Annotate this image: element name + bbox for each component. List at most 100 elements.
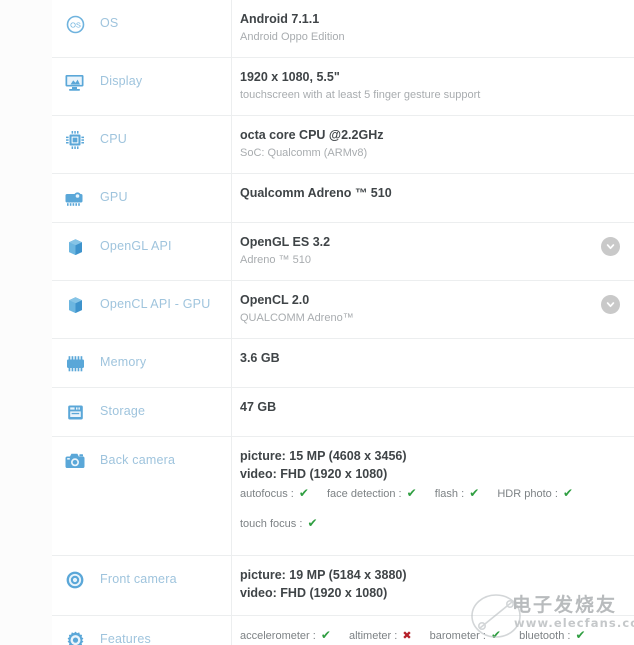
feature-cross-icon: ✖ xyxy=(402,630,412,642)
spec-label-cell-opencl-api-gpu: OpenCL API - GPU xyxy=(52,281,232,338)
page-left-gutter xyxy=(0,0,53,645)
feature-check-icon: ✔ xyxy=(298,486,309,500)
storage-drive-icon xyxy=(62,400,88,424)
spec-label-cell-features: Features xyxy=(52,616,232,645)
spec-value-main-display: 1920 x 1080, 5.5" xyxy=(240,70,340,84)
front-camera-icon xyxy=(62,568,88,592)
spec-value-cell-display: 1920 x 1080, 5.5" touchscreen with at le… xyxy=(232,58,634,115)
feature-separator: : xyxy=(395,488,405,500)
spec-label-storage: Storage xyxy=(100,404,146,418)
back-camera-feature-row-2: touch focus : ✔ xyxy=(240,515,594,532)
feature-check-icon: ✔ xyxy=(469,486,480,500)
spec-row-back-camera: Back camera picture: 15 MP (4608 x 3456)… xyxy=(52,437,634,556)
gfxbench-device-spec-page: OS OS Android 7.1.1 Android Oppo Edition xyxy=(0,0,634,645)
feature-name: bluetooth xyxy=(519,630,565,642)
monitor-icon xyxy=(62,70,88,94)
spec-label-cell-storage: Storage xyxy=(52,388,232,436)
feature-flash: flash : ✔ xyxy=(434,486,480,500)
spec-row-memory: Memory 3.6 GB xyxy=(52,339,634,388)
feature-bluetooth: bluetooth : ✔ xyxy=(519,628,586,642)
spec-label-cell-cpu: CPU xyxy=(52,116,232,173)
spec-label-cell-memory: Memory xyxy=(52,339,232,387)
feature-name: touch focus xyxy=(240,518,297,530)
spec-value-sub-os: Android Oppo Edition xyxy=(240,31,345,43)
feature-check-icon: ✔ xyxy=(406,486,417,500)
back-camera-feature-row-1: autofocus : ✔ face detection : ✔ flash :… xyxy=(240,485,594,502)
features-row-1: accelerometer : ✔ altimeter : ✖ baromete… xyxy=(240,627,594,644)
spec-value-cell-opencl-api-gpu: OpenCL 2.0 QUALCOMM Adreno™ xyxy=(232,281,634,338)
feature-separator: : xyxy=(551,488,561,500)
spec-value-cell-front-camera: picture: 19 MP (5184 x 3880) video: FHD … xyxy=(232,556,634,615)
spec-value-main-cpu: octa core CPU @2.2GHz xyxy=(240,128,384,142)
spec-label-cell-os: OS OS xyxy=(52,0,232,57)
spec-row-features: Features accelerometer : ✔ altimeter : ✖… xyxy=(52,616,634,645)
cube-icon xyxy=(62,235,88,259)
spec-value-sub-cpu: SoC: Qualcomm (ARMv8) xyxy=(240,147,368,159)
feature-name: face detection xyxy=(327,488,396,500)
back-camera-picture: picture: 15 MP (4608 x 3456) xyxy=(240,449,407,463)
spec-label-features: Features xyxy=(100,632,151,645)
spec-value-cell-gpu: Qualcomm Adreno ™ 510 xyxy=(232,174,634,222)
memory-chip-icon xyxy=(62,351,88,375)
spec-value-main-gpu: Qualcomm Adreno ™ 510 xyxy=(240,186,392,200)
spec-label-os: OS xyxy=(100,16,119,30)
cpu-chip-icon xyxy=(62,128,88,152)
feature-autofocus: autofocus : ✔ xyxy=(240,486,309,500)
front-camera-picture: picture: 19 MP (5184 x 3880) xyxy=(240,568,407,582)
feature-check-icon: ✔ xyxy=(490,628,502,642)
spec-label-memory: Memory xyxy=(100,355,147,369)
feature-name: barometer xyxy=(429,630,480,642)
feature-face-detection: face detection : ✔ xyxy=(327,486,417,500)
feature-altimeter: altimeter : ✖ xyxy=(349,630,412,642)
feature-hdr-photo: HDR photo : ✔ xyxy=(497,486,573,500)
feature-name: accelerometer xyxy=(240,630,310,642)
expand-opengl-api-button[interactable] xyxy=(601,237,620,256)
expand-opencl-api-gpu-button[interactable] xyxy=(601,295,620,314)
spec-value-sub-opengl-api: Adreno ™ 510 xyxy=(240,254,311,266)
feature-separator: : xyxy=(309,630,319,642)
spec-row-opengl-api: OpenGL API OpenGL ES 3.2 Adreno ™ 510 xyxy=(52,223,634,281)
spec-row-display: Display 1920 x 1080, 5.5" touchscreen wi… xyxy=(52,58,634,116)
feature-separator: : xyxy=(564,630,574,642)
spec-label-cell-gpu: GPU xyxy=(52,174,232,222)
spec-label-front-camera: Front camera xyxy=(100,572,177,586)
feature-accelerometer: accelerometer : ✔ xyxy=(240,628,331,642)
spec-value-cell-features: accelerometer : ✔ altimeter : ✖ baromete… xyxy=(232,617,634,645)
spec-value-sub-display: touchscreen with at least 5 finger gestu… xyxy=(240,89,481,101)
spec-value-cell-os: Android 7.1.1 Android Oppo Edition xyxy=(232,0,634,57)
spec-value-cell-storage: 47 GB xyxy=(232,388,634,436)
spec-row-cpu: CPU octa core CPU @2.2GHz SoC: Qualcomm … xyxy=(52,116,634,174)
spec-row-front-camera: Front camera picture: 19 MP (5184 x 3880… xyxy=(52,556,634,616)
feature-separator: : xyxy=(479,630,489,642)
feature-check-icon: ✔ xyxy=(575,628,586,642)
spec-row-storage: Storage 47 GB xyxy=(52,388,634,437)
feature-check-icon: ✔ xyxy=(307,516,318,530)
spec-value-main-memory: 3.6 GB xyxy=(240,351,280,365)
spec-value-main-os: Android 7.1.1 xyxy=(240,12,320,26)
spec-label-cell-front-camera: Front camera xyxy=(52,556,232,615)
spec-label-cell-opengl-api: OpenGL API xyxy=(52,223,232,280)
feature-name: autofocus xyxy=(240,488,288,500)
spec-label-back-camera: Back camera xyxy=(100,453,176,467)
spec-label-display: Display xyxy=(100,74,143,88)
spec-label-cell-display: Display xyxy=(52,58,232,115)
spec-row-os: OS OS Android 7.1.1 Android Oppo Edition xyxy=(52,0,634,58)
back-camera-video: video: FHD (1920 x 1080) xyxy=(240,467,388,481)
svg-text:OS: OS xyxy=(70,20,81,29)
spec-value-cell-opengl-api: OpenGL ES 3.2 Adreno ™ 510 xyxy=(232,223,634,280)
spec-label-gpu: GPU xyxy=(100,190,128,204)
feature-barometer: barometer : ✔ xyxy=(429,628,502,642)
spec-label-cell-back-camera: Back camera xyxy=(52,437,232,555)
spec-label-opengl-api: OpenGL API xyxy=(100,239,172,253)
feature-separator: : xyxy=(391,630,401,642)
feature-separator: : xyxy=(458,488,468,500)
feature-check-icon: ✔ xyxy=(320,628,331,642)
spec-row-gpu: GPU Qualcomm Adreno ™ 510 xyxy=(52,174,634,223)
feature-touch-focus: touch focus : ✔ xyxy=(240,516,318,530)
camera-icon xyxy=(62,449,88,473)
spec-value-cell-back-camera: picture: 15 MP (4608 x 3456) video: FHD … xyxy=(232,437,634,555)
feature-separator: : xyxy=(287,488,297,500)
spec-row-opencl-api-gpu: OpenCL API - GPU OpenCL 2.0 QUALCOMM Adr… xyxy=(52,281,634,339)
feature-name: flash xyxy=(434,488,459,500)
cube-icon xyxy=(62,293,88,317)
